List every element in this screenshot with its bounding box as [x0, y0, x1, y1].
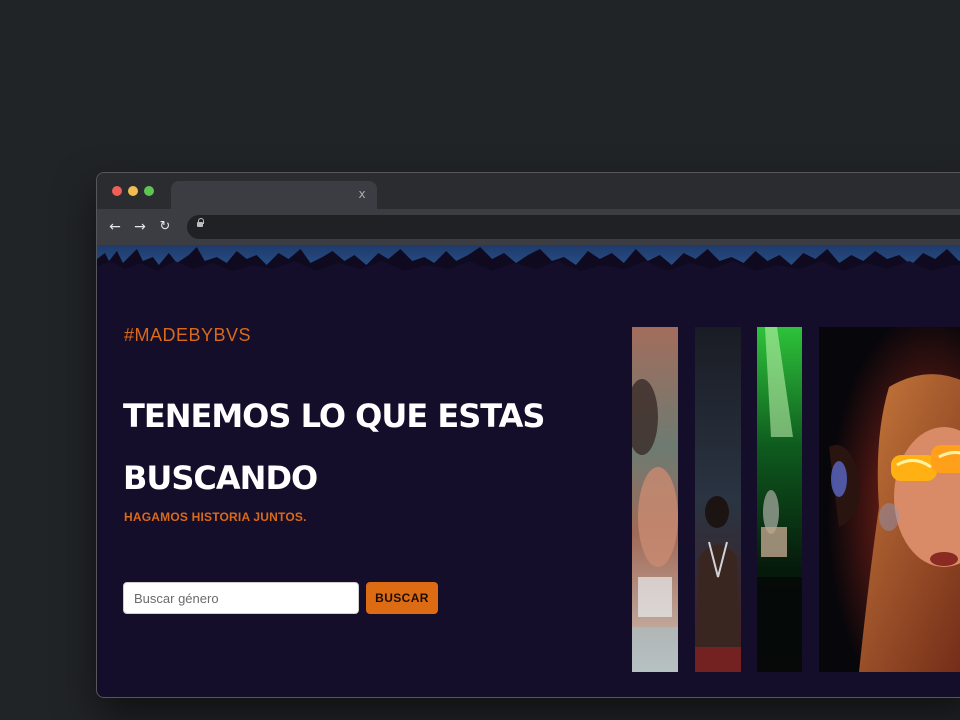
festival-photo-1 [632, 327, 678, 672]
maximize-window-dot[interactable] [144, 186, 154, 196]
crowd-banner-image [97, 245, 960, 279]
lock-icon [197, 218, 204, 227]
arrow-left-icon[interactable]: ← [105, 217, 125, 237]
tab-close-icon[interactable]: x [355, 187, 369, 201]
search-button[interactable]: BUSCAR [366, 582, 438, 614]
browser-window: x ← → ↻ #MADEBYBVS TENEMOS LO QUE ESTAS … [96, 172, 960, 698]
arrow-right-icon[interactable]: → [130, 217, 150, 237]
festival-photo-4 [819, 327, 960, 672]
minimize-window-dot[interactable] [128, 186, 138, 196]
genre-search-input[interactable] [123, 582, 359, 614]
page-viewport: #MADEBYBVS TENEMOS LO QUE ESTAS BUSCANDO… [97, 245, 960, 697]
reload-icon[interactable]: ↻ [155, 217, 175, 237]
hero-headline: TENEMOS LO QUE ESTAS BUSCANDO [123, 397, 545, 497]
festival-photo-3 [757, 327, 802, 672]
hashtag-label: #MADEBYBVS [124, 325, 252, 345]
festival-photo-2 [695, 327, 741, 672]
browser-tab[interactable]: x [171, 181, 377, 209]
browser-toolbar: ← → ↻ [97, 209, 960, 245]
tab-bar: x [97, 173, 960, 209]
address-bar[interactable] [187, 215, 960, 239]
close-window-dot[interactable] [112, 186, 122, 196]
hero-subtitle: HAGAMOS HISTORIA JUNTOS. [124, 510, 307, 524]
